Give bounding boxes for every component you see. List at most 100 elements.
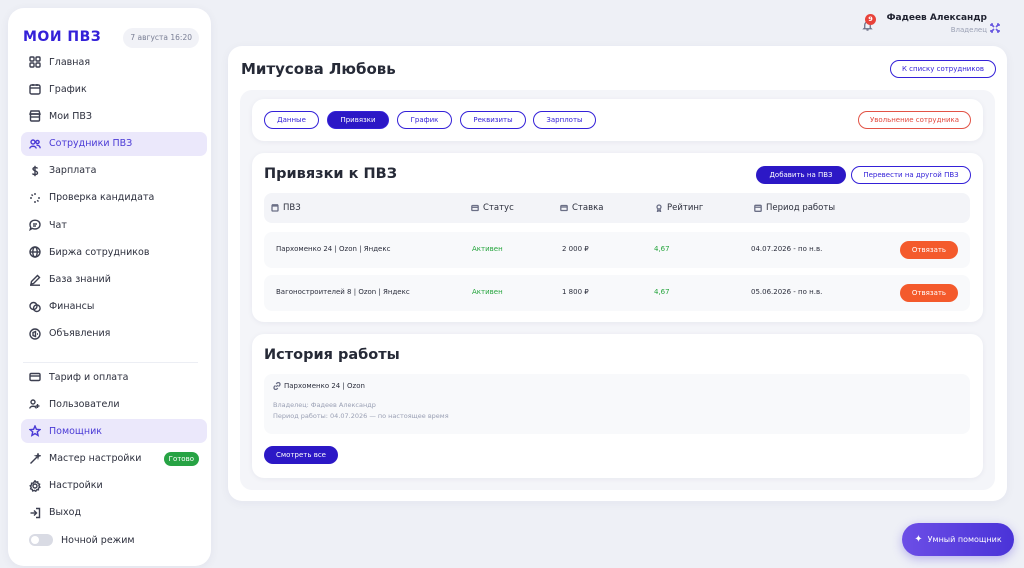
store-icon [29,110,41,123]
sidebar-item-assistant[interactable]: Помощник [21,419,207,444]
history-owner: Владелец: Фадеев Александр [273,401,376,409]
sidebar-item-label: Помощник [49,425,103,437]
section-title: Привязки к ПВЗ [264,166,398,182]
card-icon [471,204,479,212]
logout-icon [29,507,41,519]
star-icon [29,425,41,438]
bindings-card: Привязки к ПВЗ Добавить на ПВЗ Перевести… [252,153,983,322]
sidebar-item-logout[interactable]: Выход [21,501,207,525]
gear-icon [29,479,41,492]
column-status: Статус [471,203,514,213]
sidebar-item-label: Пользователи [49,398,120,410]
content-area: Данные Привязки График Реквизиты Зарплот… [240,90,995,490]
cell-pvz: Пархоменко 24 | Ozon | Яндекс [276,245,391,253]
unbind-button[interactable]: Отвязать [900,284,958,302]
collapse-icon[interactable] [990,18,1002,33]
cell-rating: 4,67 [654,288,670,296]
user-group-icon [29,398,41,410]
sparkle-icon: ✦ [914,534,923,545]
transfer-pvz-button[interactable]: Перевести на другой ПВЗ [851,166,971,184]
table-header: ПВЗ Статус Ставка Рейтинг Период работы [264,193,970,223]
user-name[interactable]: Фадеев Александр [887,13,987,23]
megaphone-icon [29,328,41,340]
view-all-button[interactable]: Смотреть все [264,446,338,464]
cell-pvz: Вагоностроителей 8 | Ozon | Яндекс [276,288,410,296]
sidebar-item-home[interactable]: Главная [21,50,207,74]
sidebar-item-label: Мои ПВЗ [49,110,92,122]
sidebar-item-schedule[interactable]: График [21,77,207,101]
cell-rate: 1 800 ₽ [562,288,589,296]
tabs-card: Данные Привязки График Реквизиты Зарплот… [252,99,983,141]
tab-data[interactable]: Данные [264,111,319,129]
sidebar-divider [23,362,198,363]
column-period: Период работы [754,203,835,213]
chat-icon [29,219,41,232]
tab-schedule[interactable]: График [397,111,452,129]
smart-assistant-label: Умный помощник [927,535,1002,544]
date-badge: 7 августа 16:20 [123,28,199,48]
smart-assistant-button[interactable]: ✦ Умный помощник [902,523,1014,556]
dismiss-employee-button[interactable]: Увольнение сотрудника [858,111,971,129]
sidebar-item-salary[interactable]: Зарплата [21,159,207,183]
app-logo[interactable]: МОИ ПВЗ [23,29,101,45]
sidebar-item-finance[interactable]: Финансы [21,295,207,319]
main-nav: Главная График Мои ПВЗ Сотрудники ПВЗ За… [21,50,207,349]
sidebar-item-setup-wizard[interactable]: Мастер настройки Готово [21,447,207,471]
sidebar-item-employees[interactable]: Сотрудники ПВЗ [21,131,207,156]
sidebar-item-my-pvz[interactable]: Мои ПВЗ [21,104,207,128]
table-row: Вагоностроителей 8 | Ozon | Яндекс Актив… [264,275,970,311]
user-header: 9 Фадеев Александр Владелец [862,12,1002,38]
sidebar-header: МОИ ПВЗ 7 августа 16:20 [23,28,199,50]
column-rate: Ставка [560,203,603,213]
tab-bindings[interactable]: Привязки [327,111,389,129]
sidebar: МОИ ПВЗ 7 августа 16:20 Главная График М… [8,8,211,566]
cell-rate: 2 000 ₽ [562,245,589,253]
cell-status: Активен [472,245,503,253]
cell-period: 04.07.2026 - по н.в. [751,245,823,253]
back-to-employees-button[interactable]: К списку сотрудников [890,60,996,78]
grid-icon [29,56,41,68]
award-icon [656,204,662,212]
sidebar-item-label: Объявления [49,328,111,340]
tab-requisites[interactable]: Реквизиты [460,111,526,129]
main-panel: Митусова Любовь К списку сотрудников Дан… [228,46,1007,501]
table-row: Пархоменко 24 | Ozon | Яндекс Активен 2 … [264,232,970,268]
calendar-icon [29,83,41,95]
tab-salary[interactable]: Зарплоты [533,111,596,129]
unbind-button[interactable]: Отвязать [900,241,958,259]
sidebar-item-label: Проверка кандидата [49,192,155,204]
sidebar-item-night-mode[interactable]: Ночной режим [21,528,207,552]
history-period: Период работы: 04.07.2026 — по настоящее… [273,412,449,420]
sidebar-item-settings[interactable]: Настройки [21,474,207,498]
wallet-icon [560,204,568,212]
sidebar-item-label: Сотрудники ПВЗ [49,138,133,150]
dollar-icon [29,165,41,177]
sidebar-item-knowledge[interactable]: База знаний [21,268,207,292]
sidebar-item-chat[interactable]: Чат [21,213,207,237]
sidebar-item-ads[interactable]: Объявления [21,322,207,346]
history-item: Пархоменко 24 | Ozon Владелец: Фадеев Ал… [264,374,970,434]
sidebar-item-exchange[interactable]: Биржа сотрудников [21,240,207,264]
sidebar-item-label: Выход [49,507,82,519]
bell-icon[interactable]: 9 [862,14,876,31]
coins-icon [29,301,41,313]
night-mode-toggle[interactable] [29,534,53,547]
loader-icon [29,192,41,204]
sidebar-item-label: График [49,83,87,95]
card-icon [29,371,41,383]
sidebar-item-label: Ночной режим [61,534,135,546]
sidebar-item-tariff[interactable]: Тариф и оплата [21,365,207,389]
column-pvz: ПВЗ [271,203,301,213]
sidebar-item-label: Финансы [49,301,95,313]
globe-icon [29,246,41,259]
sidebar-item-users[interactable]: Пользователи [21,392,207,416]
history-card: История работы Пархоменко 24 | Ozon Влад… [252,334,983,478]
sidebar-item-candidate-check[interactable]: Проверка кандидата [21,186,207,210]
calendar-icon [754,204,762,212]
wand-icon [29,452,41,465]
add-to-pvz-button[interactable]: Добавить на ПВЗ [756,166,846,184]
cell-rating: 4,67 [654,245,670,253]
status-badge: Готово [163,451,199,466]
sidebar-item-label: Мастер настройки [49,453,142,465]
history-item-title: Пархоменко 24 | Ozon [273,382,365,390]
